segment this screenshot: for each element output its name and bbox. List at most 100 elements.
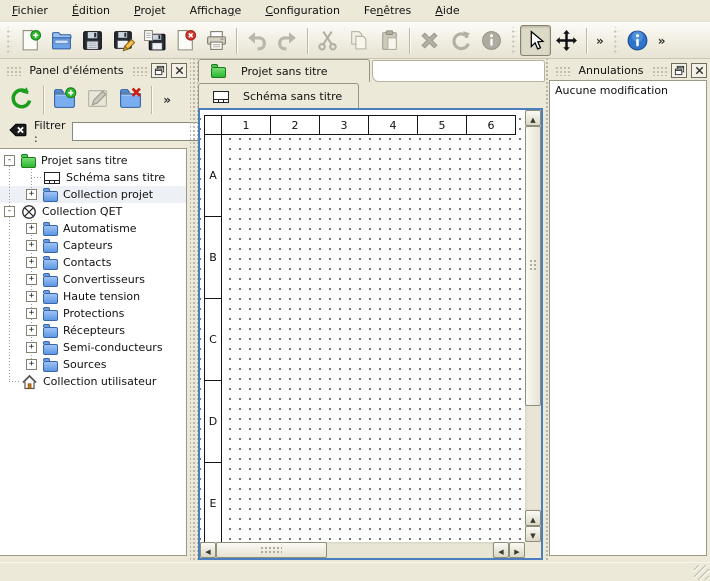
clear-filter-button[interactable] <box>8 123 28 140</box>
elements-panel-dock: Panel d'éléments » Filtrer : -Projet san… <box>0 59 190 562</box>
undo-history-list[interactable]: Aucune modification <box>549 80 707 556</box>
collapse-toggle[interactable]: - <box>4 155 15 166</box>
scroll-down-button[interactable]: ▼ <box>525 526 541 542</box>
paste-button[interactable] <box>374 25 405 56</box>
tree-item-projet-sans-titre[interactable]: -Projet sans titre <box>0 152 186 169</box>
vertical-scroll-thumb[interactable] <box>525 126 541 406</box>
save-button[interactable] <box>77 25 108 56</box>
delete-button[interactable] <box>414 25 445 56</box>
scroll-left-button-2[interactable]: ◀ <box>493 542 509 558</box>
open-project-button[interactable] <box>46 25 77 56</box>
tree-item-label: Schéma sans titre <box>66 171 165 184</box>
main-toolbar-overflow-button[interactable]: » <box>653 34 671 48</box>
reload-collections-button[interactable] <box>6 84 37 117</box>
main-toolbar-overflow-button[interactable]: » <box>591 34 609 48</box>
menu-affichage[interactable]: Affichage <box>178 1 254 20</box>
rotate-icon <box>449 29 472 52</box>
tree-item-protections[interactable]: +Protections <box>0 305 186 322</box>
close-document-button[interactable] <box>170 25 201 56</box>
expand-toggle[interactable]: + <box>26 257 37 268</box>
menu-configuration[interactable]: Configuration <box>253 1 352 20</box>
filter-label: Filtrer : <box>34 119 66 145</box>
expand-toggle[interactable]: + <box>26 223 37 234</box>
scroll-up-button[interactable]: ▲ <box>525 110 541 126</box>
print-icon <box>205 29 228 52</box>
edit-category-button[interactable] <box>82 84 113 117</box>
expand-toggle[interactable]: + <box>26 325 37 336</box>
horizontal-scroll-track[interactable] <box>216 542 493 558</box>
arrow-left-icon: ◀ <box>205 543 210 558</box>
pan-mode-button[interactable] <box>551 25 582 56</box>
grid-column-header: 5 <box>417 115 467 135</box>
horizontal-scrollbar[interactable]: ◀ ◀ ▶ <box>200 542 525 558</box>
expand-toggle[interactable]: + <box>26 308 37 319</box>
tree-item-schema-sans-titre[interactable]: Schéma sans titre <box>0 169 186 186</box>
tree-item-capteurs[interactable]: +Capteurs <box>0 237 186 254</box>
diagram-canvas[interactable]: 123456ABCDE <box>200 110 525 542</box>
horizontal-scroll-thumb[interactable] <box>216 542 327 558</box>
expand-toggle[interactable]: + <box>26 342 37 353</box>
save-as-button[interactable] <box>108 25 139 56</box>
menu-aide[interactable]: Aide <box>423 1 471 20</box>
new-document-button[interactable] <box>15 25 46 56</box>
vertical-scrollbar[interactable]: ▲ ▲ ▼ <box>525 110 541 542</box>
tree-item-convertisseurs[interactable]: +Convertisseurs <box>0 271 186 288</box>
main-toolbar-drag-handle[interactable] <box>5 27 12 55</box>
menu-fenetres[interactable]: Fenêtres <box>352 1 423 20</box>
tree-item-collection-projet[interactable]: +Collection projet <box>0 186 186 203</box>
qet-icon <box>21 204 37 220</box>
arrow-down-icon: ▼ <box>530 527 535 542</box>
cut-button[interactable] <box>312 25 343 56</box>
vertical-scroll-track[interactable] <box>525 126 541 510</box>
new-category-button[interactable] <box>50 84 81 117</box>
tree-item-sources[interactable]: +Sources <box>0 356 186 373</box>
arrow-left-icon: ◀ <box>498 543 503 558</box>
tree-item-recepteurs[interactable]: +Récepteurs <box>0 322 186 339</box>
copy-button[interactable] <box>343 25 374 56</box>
redo-icon <box>276 29 299 52</box>
tree-item-contacts[interactable]: +Contacts <box>0 254 186 271</box>
delete-category-button[interactable] <box>115 84 146 117</box>
expand-toggle[interactable]: + <box>26 359 37 370</box>
menu-projet[interactable]: Projet <box>122 1 178 20</box>
tree-item-collection-utilisateur[interactable]: Collection utilisateur <box>0 373 186 390</box>
save-all-button[interactable] <box>139 25 170 56</box>
dock-title-texture <box>652 66 667 76</box>
float-dock-button[interactable] <box>151 63 167 78</box>
tree-item-semi-conducteurs[interactable]: +Semi-conducteurs <box>0 339 186 356</box>
menu-edition[interactable]: Édition <box>60 1 122 20</box>
expand-toggle[interactable]: + <box>26 291 37 302</box>
expand-toggle[interactable]: + <box>26 274 37 285</box>
tree-item-automatisme[interactable]: +Automatisme <box>0 220 186 237</box>
undo-list-item[interactable]: Aucune modification <box>553 83 703 98</box>
grid-column-header: 1 <box>221 115 271 135</box>
main-toolbar-drag-handle[interactable] <box>612 27 619 55</box>
expand-toggle[interactable]: + <box>26 240 37 251</box>
scroll-right-button[interactable]: ▶ <box>509 542 525 558</box>
scroll-left-button[interactable]: ◀ <box>200 542 216 558</box>
select-mode-button[interactable] <box>520 25 551 56</box>
menu-fichier[interactable]: Fichier <box>0 1 60 20</box>
redo-button[interactable] <box>272 25 303 56</box>
scroll-up-button-2[interactable]: ▲ <box>525 510 541 526</box>
tree-item-collection-qet[interactable]: -Collection QET <box>0 203 186 220</box>
properties-button[interactable] <box>476 25 507 56</box>
left-splitter-handle[interactable] <box>190 59 198 562</box>
tab-schema-sans-titre[interactable]: Schéma sans titre <box>198 83 359 108</box>
grid-row-header: A <box>204 134 222 217</box>
expand-toggle[interactable]: + <box>26 189 37 200</box>
collapse-toggle[interactable]: - <box>4 206 15 217</box>
close-dock-button[interactable] <box>691 63 707 78</box>
diagram-info-button[interactable] <box>622 25 653 56</box>
print-button[interactable] <box>201 25 232 56</box>
panel-toolbar-overflow-button[interactable]: » <box>158 93 176 107</box>
close-dock-button[interactable] <box>171 63 187 78</box>
main-toolbar-drag-handle[interactable] <box>510 27 517 55</box>
resize-grip[interactable] <box>694 565 709 580</box>
float-dock-button[interactable] <box>671 63 687 78</box>
elements-tree[interactable]: -Projet sans titreSchéma sans titre+Coll… <box>0 148 187 556</box>
undo-button[interactable] <box>241 25 272 56</box>
rotate-button[interactable] <box>445 25 476 56</box>
tab-projet-sans-titre[interactable]: Projet sans titre <box>198 59 370 82</box>
tree-item-haute-tension[interactable]: +Haute tension <box>0 288 186 305</box>
